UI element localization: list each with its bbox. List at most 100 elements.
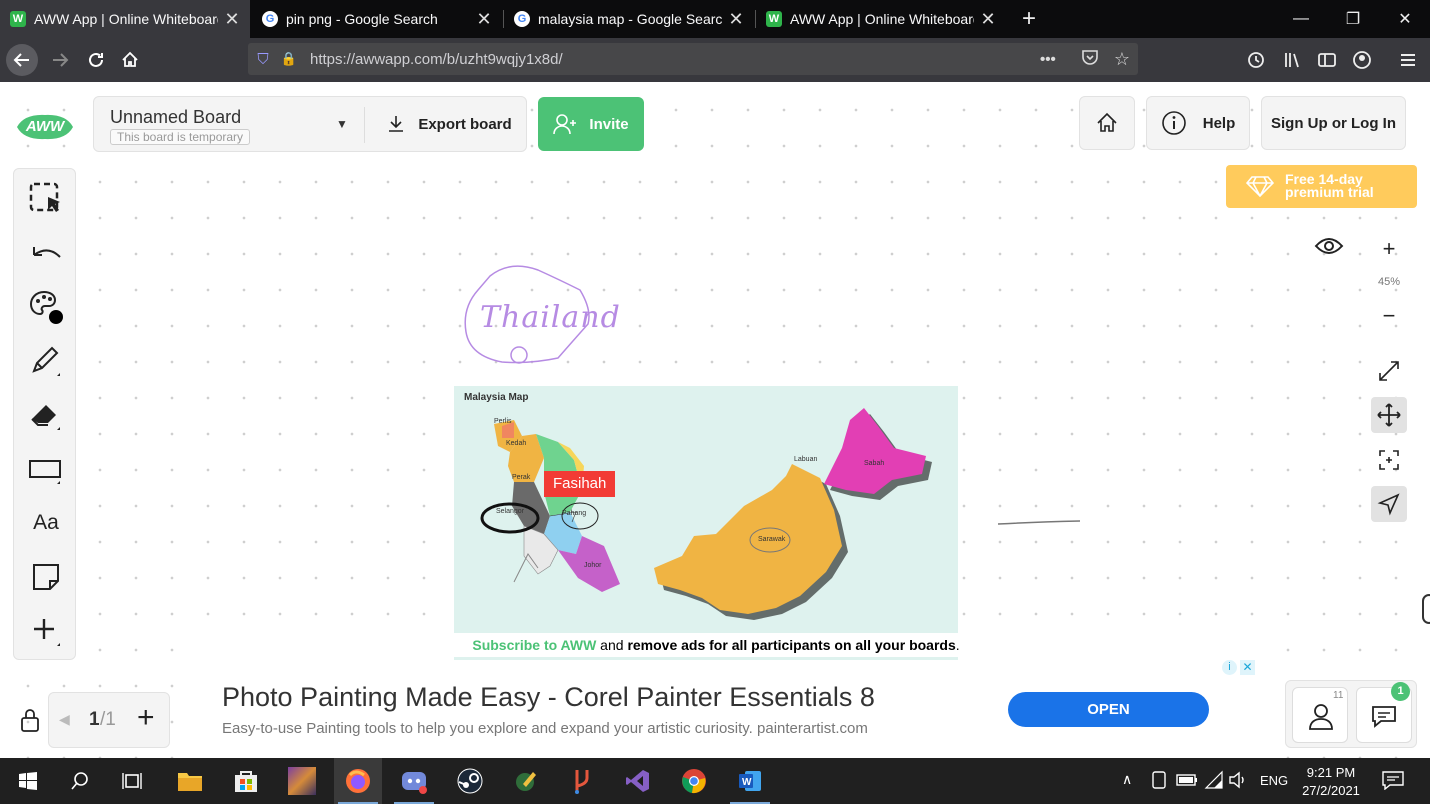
sidebar-icon[interactable] xyxy=(1311,44,1343,76)
fit-to-screen-button[interactable] xyxy=(1371,442,1407,478)
undo-button[interactable] xyxy=(28,235,64,271)
volume-icon[interactable] xyxy=(1228,770,1248,795)
divider xyxy=(364,107,365,143)
sign-up-login-button[interactable]: Sign Up or Log In xyxy=(1261,96,1406,150)
ad-banner[interactable]: i ✕ Photo Painting Made Easy - Corel Pai… xyxy=(174,660,1258,758)
laser-pointer-button[interactable] xyxy=(1371,486,1407,522)
new-tab-button[interactable]: + xyxy=(1006,0,1052,38)
lock-board-button[interactable] xyxy=(18,706,42,734)
aww-favicon-icon: W xyxy=(10,11,26,27)
whiteboard-app[interactable]: AWW Unnamed Board This board is temporar… xyxy=(0,82,1430,758)
battery-icon[interactable] xyxy=(1176,772,1198,793)
home-board-button[interactable] xyxy=(1079,96,1135,150)
selangor-label: Selangor xyxy=(496,508,525,515)
game-app[interactable] xyxy=(278,758,326,804)
color-picker-tool[interactable] xyxy=(28,289,64,325)
zoom-out-button[interactable]: − xyxy=(1371,298,1407,334)
notifications-icon[interactable] xyxy=(1382,770,1404,795)
bookmark-star-icon[interactable]: ☆ xyxy=(1106,49,1138,70)
pencil-tool[interactable] xyxy=(28,343,64,379)
close-window-button[interactable]: ✕ xyxy=(1382,0,1428,38)
reload-button[interactable] xyxy=(80,44,112,76)
file-explorer-app[interactable] xyxy=(166,758,214,804)
visual-studio-app[interactable] xyxy=(614,758,662,804)
ad-close-icon[interactable]: ✕ xyxy=(1240,660,1255,675)
help-label: Help xyxy=(1202,114,1236,132)
shield-icon[interactable]: ⛉ xyxy=(248,51,278,68)
reload-icon xyxy=(89,52,103,67)
select-tool[interactable] xyxy=(28,181,64,217)
word-app[interactable]: W xyxy=(726,758,774,804)
tab-aww-app-1[interactable]: W AWW App | Online Whiteboard ✕ xyxy=(0,0,250,38)
sticky-note-tool[interactable] xyxy=(28,559,64,595)
microsoft-store-app[interactable] xyxy=(222,758,270,804)
library-icon[interactable] xyxy=(1276,44,1308,76)
pen-stroke[interactable] xyxy=(996,518,1082,528)
discord-app[interactable] xyxy=(390,758,438,804)
tab-pin-png[interactable]: G pin png - Google Search ✕ xyxy=(252,0,502,38)
malaysia-map-image[interactable]: Malaysia Map Selangor Pahang Johor Sabah… xyxy=(454,386,958,662)
minimize-button[interactable]: — xyxy=(1278,0,1324,38)
export-board-label: Export board xyxy=(418,115,512,133)
device-icon[interactable] xyxy=(1150,770,1168,795)
fullscreen-button[interactable] xyxy=(1371,353,1407,389)
close-tab-icon[interactable]: ✕ xyxy=(980,9,996,30)
shape-tool[interactable] xyxy=(28,451,64,487)
ad-open-button[interactable]: OPEN xyxy=(1008,692,1209,727)
prev-page-icon[interactable]: ◀ xyxy=(59,711,70,728)
forward-button[interactable] xyxy=(44,44,76,76)
app-icon-green[interactable] xyxy=(502,758,550,804)
language-indicator[interactable]: ENG xyxy=(1260,773,1288,788)
users-button[interactable]: 11 xyxy=(1292,687,1348,743)
tab-malaysia-map[interactable]: G malaysia map - Google Search ✕ xyxy=(504,0,754,38)
pan-tool-button[interactable] xyxy=(1371,397,1407,433)
close-tab-icon[interactable]: ✕ xyxy=(476,9,492,30)
menu-icon[interactable] xyxy=(1392,44,1424,76)
app-icon-red[interactable] xyxy=(558,758,606,804)
chat-button[interactable]: 1 xyxy=(1356,682,1412,743)
pocket-icon[interactable] xyxy=(1074,48,1106,70)
chrome-app[interactable] xyxy=(670,758,718,804)
wifi-icon[interactable] xyxy=(1204,770,1224,795)
restore-button[interactable]: ❐ xyxy=(1330,0,1376,38)
history-icon[interactable] xyxy=(1240,44,1272,76)
chevron-down-icon[interactable]: ▼ xyxy=(336,117,348,131)
view-mode-button[interactable] xyxy=(1311,228,1347,264)
steam-app[interactable] xyxy=(446,758,494,804)
close-tab-icon[interactable]: ✕ xyxy=(224,9,240,30)
text-tool[interactable]: Aa xyxy=(28,505,64,541)
clock[interactable]: 9:21 PM 27/2/2021 xyxy=(1296,764,1366,800)
close-tab-icon[interactable]: ✕ xyxy=(728,9,744,30)
home-button[interactable] xyxy=(114,44,146,76)
scroll-handle[interactable] xyxy=(1422,594,1430,624)
more-tools-button[interactable] xyxy=(28,613,64,649)
subscribe-link[interactable]: Subscribe to AWW xyxy=(472,637,596,653)
collaborator-cursor-label: Fasihah xyxy=(544,471,616,497)
ad-info-icon[interactable]: i xyxy=(1222,660,1237,675)
task-view-button[interactable] xyxy=(108,758,156,804)
page-actions-icon[interactable]: ••• xyxy=(1040,51,1074,68)
chrome-icon xyxy=(682,769,706,794)
tab-aww-app-2[interactable]: W AWW App | Online Whiteboard ✕ xyxy=(756,0,1006,38)
search-button[interactable] xyxy=(56,758,104,804)
eraser-tool[interactable] xyxy=(28,397,64,433)
show-hidden-icons[interactable]: ∧ xyxy=(1122,771,1132,788)
ad-title[interactable]: Photo Painting Made Easy - Corel Painter… xyxy=(222,682,875,713)
board-name-dropdown[interactable]: Unnamed Board This board is temporary ▼ xyxy=(94,97,364,151)
premium-trial-button[interactable]: Free 14-day premium trial xyxy=(1226,165,1417,208)
account-icon[interactable] xyxy=(1346,44,1378,76)
help-button[interactable]: Help xyxy=(1146,96,1250,150)
url-bar[interactable]: ⛉ 🔒 https://awwapp.com/b/uzht9wqjy1x8d/ … xyxy=(248,43,1138,75)
add-page-button[interactable]: + xyxy=(137,701,155,735)
board-temporary-badge: This board is temporary xyxy=(110,129,251,145)
aww-logo[interactable]: AWW xyxy=(14,110,76,144)
start-button[interactable] xyxy=(4,758,52,804)
firefox-app[interactable] xyxy=(334,758,382,804)
zoom-in-button[interactable]: + xyxy=(1371,231,1407,267)
url-text[interactable]: https://awwapp.com/b/uzht9wqjy1x8d/ xyxy=(310,51,1040,68)
sticky-note-icon xyxy=(33,564,59,590)
back-button[interactable] xyxy=(6,44,38,76)
export-board-button[interactable]: Export board xyxy=(374,97,524,151)
invite-button[interactable]: Invite xyxy=(538,97,644,151)
board-name[interactable]: Unnamed Board xyxy=(110,107,241,128)
